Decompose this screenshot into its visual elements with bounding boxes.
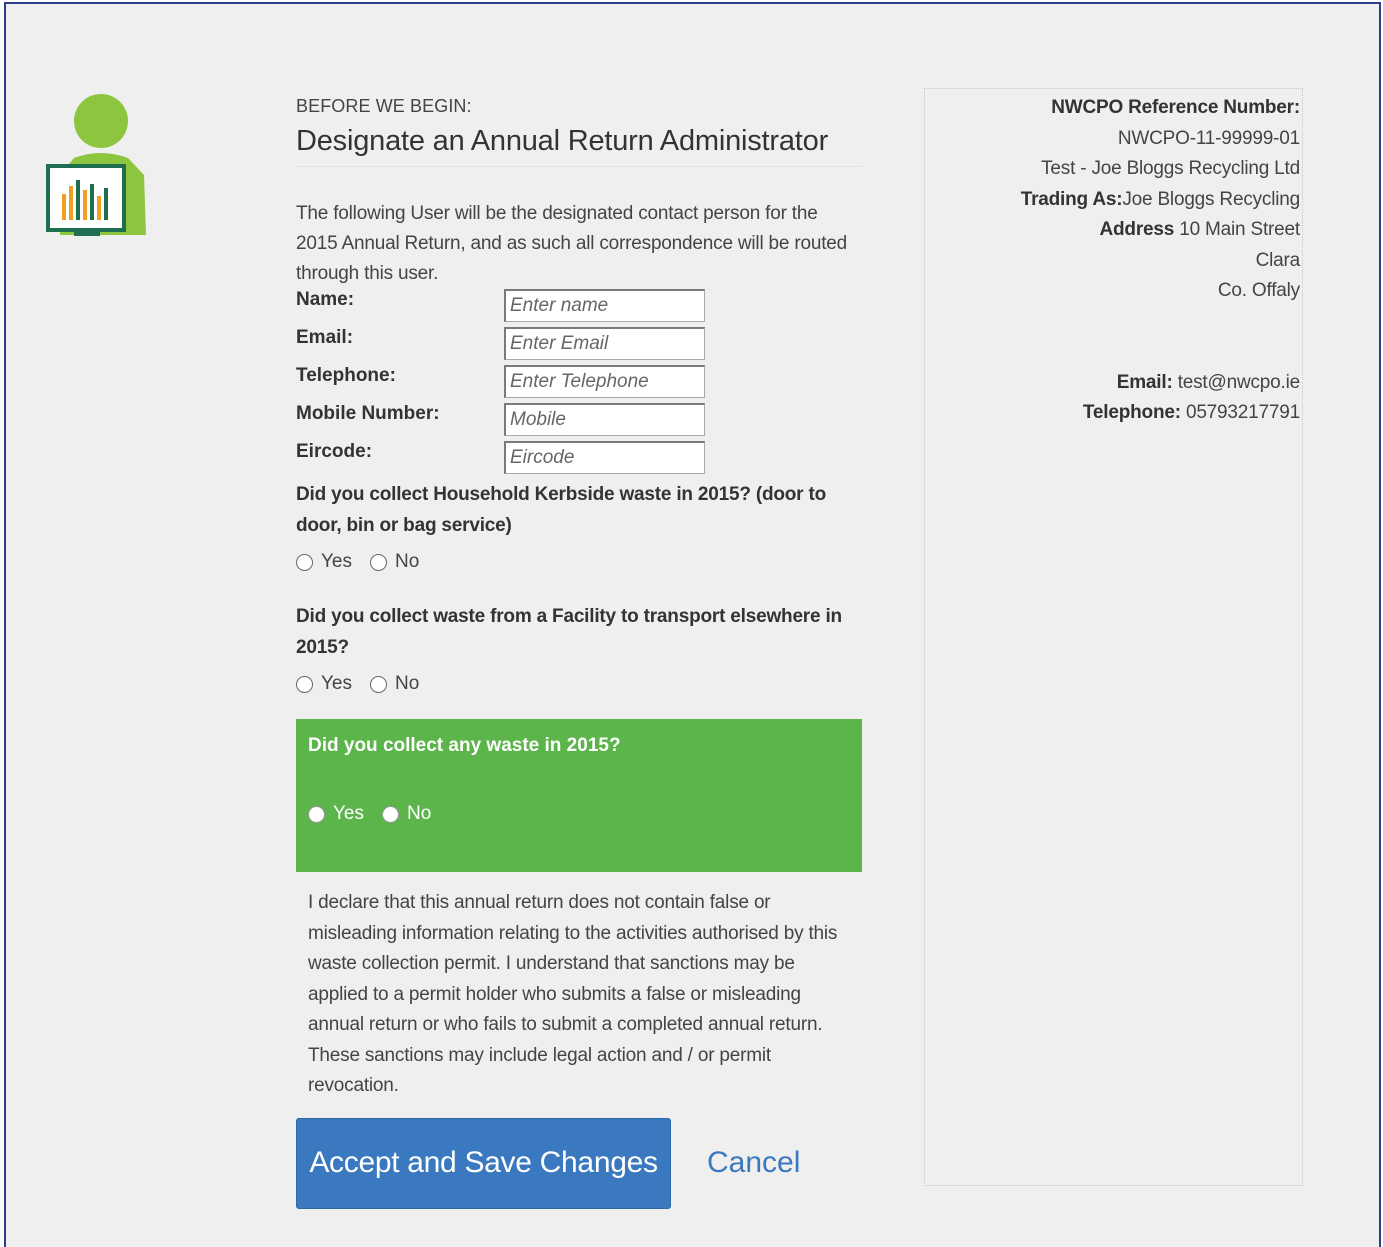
any-waste-yes-radio[interactable] [308,805,325,823]
trading-as-value: Joe Bloggs Recycling [1122,188,1300,210]
mobile-input[interactable] [504,403,705,436]
intro-text: The following User will be the designate… [296,203,848,284]
email-label: Email: [296,327,354,348]
eircode-input[interactable] [504,441,705,474]
form-row-name: Name: [296,289,862,327]
telephone-input[interactable] [504,365,705,398]
facility-yes-radio[interactable] [296,675,313,693]
contact-telephone-label: Telephone: [1082,402,1181,423]
any-waste-radio-group: Yes No [308,803,850,825]
form-actions: Accept and Save Changes Cancel [296,1117,862,1209]
form-row-eircode: Eircode: [296,441,862,479]
contact-email-label: Email: [1116,371,1173,393]
form-row-mobile: Mobile Number: [296,403,862,441]
address-line-2: Clara [1255,249,1301,271]
company-name: Test - Joe Bloggs Recycling Ltd [1041,158,1300,179]
telephone-label: Telephone: [296,365,396,386]
contact-telephone-value: 05793217791 [1185,402,1300,423]
eircode-label: Eircode: [296,441,373,462]
user-monitor-chart-icon [46,94,146,236]
name-label: Name: [296,289,355,310]
kerbside-no-radio[interactable] [370,553,387,571]
main-content: BEFORE WE BEGIN: Designate an Annual Ret… [296,90,862,1209]
trading-as-label: Trading As: [1020,188,1123,210]
mobile-label: Mobile Number: [296,403,440,424]
section-kicker: BEFORE WE BEGIN: [296,96,472,116]
reference-label: NWCPO Reference Number: [1051,97,1300,118]
any-waste-yes-label[interactable]: Yes [333,803,364,825]
kerbside-yes-label[interactable]: Yes [321,551,352,573]
page-frame: BEFORE WE BEGIN: Designate an Annual Ret… [4,2,1381,1247]
reference-number: NWCPO-11-99999-01 [1117,127,1300,149]
page-title: Designate an Annual Return Administrator [296,125,862,167]
any-waste-question: Did you collect any waste in 2015? [308,735,621,756]
address-line-3: Co. Offaly [1217,280,1300,301]
kerbside-radio-group: Yes No [296,551,862,573]
facility-no-radio[interactable] [370,675,387,693]
permit-info-panel: NWCPO Reference Number: NWCPO-11-99999-0… [924,88,1303,1186]
kerbside-question: Did you collect Household Kerbside waste… [296,484,826,536]
declaration-text: I declare that this annual return does n… [308,892,838,1096]
form-row-email: Email: [296,327,862,365]
facility-radio-group: Yes No [296,673,862,695]
address-row: Address 10 Main Street [925,215,1301,246]
name-input[interactable] [504,289,705,322]
address-label: Address [1099,219,1175,240]
cancel-link[interactable]: Cancel [707,1146,800,1180]
trading-as-row: Trading As:Joe Bloggs Recycling [925,185,1300,216]
kerbside-no-label[interactable]: No [395,551,419,573]
form-row-telephone: Telephone: [296,365,862,403]
any-waste-no-label[interactable]: No [407,803,431,825]
address-line-1: 10 Main Street [1179,219,1300,240]
any-waste-panel: Did you collect any waste in 2015? Yes N… [296,719,862,872]
contact-telephone-row: Telephone: 05793217791 [925,398,1300,429]
any-waste-no-radio[interactable] [382,805,399,823]
email-input[interactable] [504,327,705,360]
facility-yes-label[interactable]: Yes [321,673,352,695]
contact-email-value: test@nwcpo.ie [1177,371,1301,393]
accept-save-button[interactable]: Accept and Save Changes [296,1117,671,1209]
reference-label-row: NWCPO Reference Number: [925,93,1300,124]
facility-no-label[interactable]: No [395,673,419,695]
facility-question: Did you collect waste from a Facility to… [296,606,842,658]
contact-email-row: Email: test@nwcpo.ie [925,368,1300,399]
kerbside-yes-radio[interactable] [296,553,313,571]
